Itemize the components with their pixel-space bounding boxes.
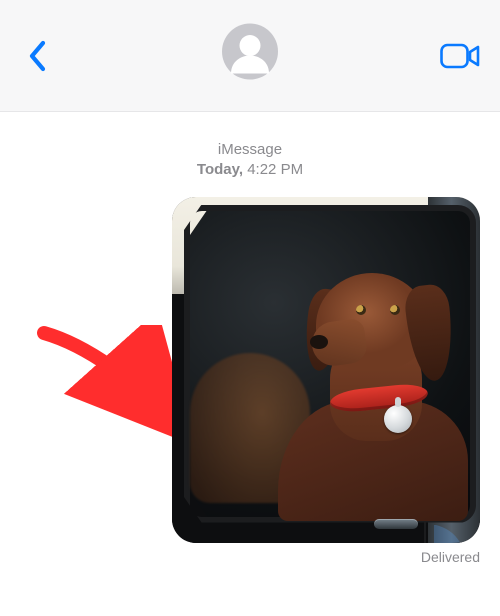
chevron-left-icon	[28, 40, 48, 72]
service-label: iMessage	[0, 140, 500, 160]
airtag-icon	[384, 405, 412, 433]
back-button[interactable]	[16, 34, 60, 78]
facetime-button[interactable]	[436, 34, 484, 78]
thread-timestamp: iMessage Today, 4:22 PM	[0, 140, 500, 181]
photo-door-handle	[374, 519, 418, 529]
video-camera-icon	[440, 42, 480, 70]
person-icon	[222, 23, 278, 79]
message-thread	[0, 197, 500, 543]
message-photo[interactable]	[172, 197, 480, 543]
timestamp-day: Today,	[197, 161, 243, 178]
contact-avatar[interactable]	[222, 23, 278, 79]
timestamp-time: 4:22 PM	[247, 161, 303, 178]
conversation-header	[0, 0, 500, 112]
delivery-status: Delivered	[0, 549, 500, 565]
photo-dog	[268, 271, 468, 521]
